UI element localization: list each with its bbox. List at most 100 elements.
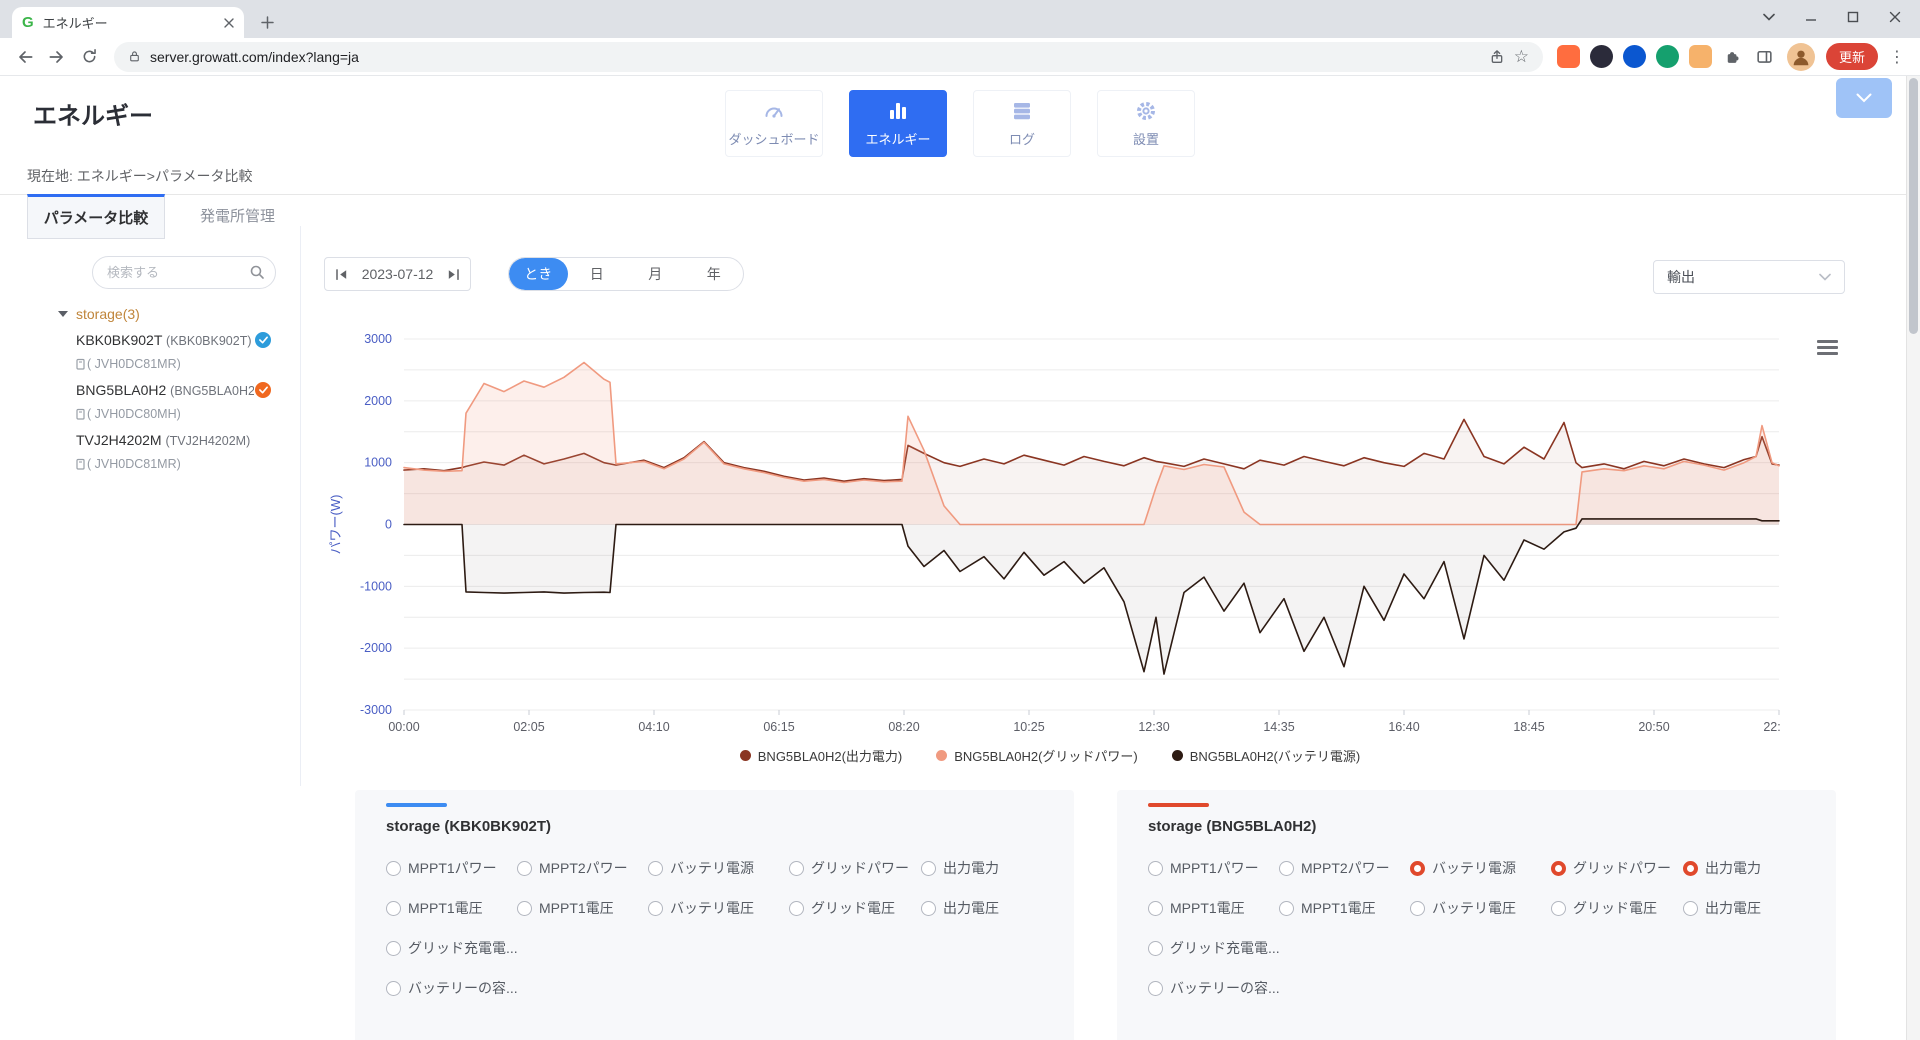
date-value[interactable]: 2023-07-12: [362, 266, 434, 282]
radio-option[interactable]: バッテリ電圧: [648, 898, 789, 918]
period-year[interactable]: 年: [685, 258, 744, 290]
extension-icon-3[interactable]: [1623, 45, 1646, 68]
radio-option[interactable]: グリッド電圧: [789, 898, 921, 918]
export-dropdown[interactable]: 輸出: [1653, 260, 1845, 294]
legend-item[interactable]: BNG5BLA0H2(バッテリ電源): [1172, 746, 1360, 765]
radio-label: バッテリ電圧: [670, 898, 754, 918]
page-scrollbar[interactable]: [1906, 76, 1920, 1040]
radio-circle[interactable]: [1148, 861, 1163, 876]
radio-option[interactable]: 出力電力: [921, 858, 1060, 878]
radio-circle[interactable]: [386, 861, 401, 876]
device-tree-group[interactable]: storage(3): [58, 306, 140, 322]
address-bar[interactable]: server.growatt.com/index?lang=ja ☆: [114, 42, 1543, 72]
radio-circle[interactable]: [1683, 901, 1698, 916]
tree-caret-icon[interactable]: [58, 311, 68, 317]
browser-tab[interactable]: G エネルギー: [12, 7, 244, 38]
radio-circle[interactable]: [789, 861, 804, 876]
radio-option[interactable]: MPPT1電圧: [517, 898, 648, 918]
forward-button[interactable]: [42, 42, 72, 72]
radio-option[interactable]: MPPT2パワー: [517, 858, 648, 878]
radio-circle[interactable]: [1148, 941, 1163, 956]
tab-plant-management[interactable]: 発電所管理: [200, 194, 275, 239]
radio-circle[interactable]: [648, 861, 663, 876]
extension-icon-4[interactable]: [1656, 45, 1679, 68]
radio-option[interactable]: 出力電圧: [921, 898, 1060, 918]
collapse-header-button[interactable]: [1836, 78, 1892, 118]
radio-circle[interactable]: [1551, 901, 1566, 916]
radio-option[interactable]: MPPT1パワー: [1148, 858, 1279, 878]
profile-avatar[interactable]: [1787, 43, 1815, 71]
chart-toolbox-icon[interactable]: [1817, 340, 1838, 355]
radio-option[interactable]: バッテリ電源: [1410, 858, 1551, 878]
radio-circle[interactable]: [386, 981, 401, 996]
share-icon[interactable]: [1489, 49, 1505, 65]
radio-circle[interactable]: [1148, 901, 1163, 916]
tab-parameter-comparison[interactable]: パラメータ比較: [27, 194, 165, 239]
radio-circle[interactable]: [648, 901, 663, 916]
radio-option[interactable]: バッテリ電源: [648, 858, 789, 878]
radio-option[interactable]: グリッド充電電...: [386, 938, 517, 958]
nav-energy[interactable]: エネルギー: [849, 90, 947, 157]
extension-icon-2[interactable]: [1590, 45, 1613, 68]
nav-log[interactable]: ログ: [973, 90, 1071, 157]
radio-option[interactable]: MPPT1電圧: [386, 898, 517, 918]
radio-circle[interactable]: [1410, 861, 1425, 876]
nav-settings[interactable]: 設置: [1097, 90, 1195, 157]
radio-circle[interactable]: [921, 861, 936, 876]
legend-item[interactable]: BNG5BLA0H2(出力電力): [740, 746, 902, 765]
radio-circle[interactable]: [1148, 981, 1163, 996]
radio-option[interactable]: 出力電圧: [1683, 898, 1822, 918]
radio-circle[interactable]: [1683, 861, 1698, 876]
radio-circle[interactable]: [921, 901, 936, 916]
energy-chart-svg[interactable]: -3000-2000-1000010002000300000:0002:0504…: [320, 330, 1780, 742]
radio-option[interactable]: グリッド電圧: [1551, 898, 1683, 918]
legend-item[interactable]: BNG5BLA0H2(グリッドパワー): [936, 746, 1137, 765]
radio-option[interactable]: MPPT1パワー: [386, 858, 517, 878]
window-maximize-button[interactable]: [1832, 0, 1874, 34]
radio-circle[interactable]: [1279, 901, 1294, 916]
reload-button[interactable]: [74, 42, 104, 72]
radio-option[interactable]: バッテリーの容...: [386, 978, 517, 998]
radio-option[interactable]: MPPT2パワー: [1279, 858, 1410, 878]
radio-option[interactable]: バッテリーの容...: [1148, 978, 1279, 998]
date-prev-icon[interactable]: [334, 267, 349, 282]
scrollbar-thumb[interactable]: [1909, 78, 1918, 334]
radio-circle[interactable]: [517, 861, 532, 876]
radio-circle[interactable]: [386, 941, 401, 956]
radio-option[interactable]: MPPT1電圧: [1148, 898, 1279, 918]
radio-option[interactable]: グリッドパワー: [1551, 858, 1683, 878]
window-minimize-button[interactable]: [1790, 0, 1832, 34]
browser-menu-icon[interactable]: ⋮: [1884, 47, 1910, 67]
tab-close-icon[interactable]: [224, 18, 234, 28]
radio-circle[interactable]: [1551, 861, 1566, 876]
radio-option[interactable]: グリッドパワー: [789, 858, 921, 878]
radio-circle[interactable]: [386, 901, 401, 916]
radio-option[interactable]: バッテリ電圧: [1410, 898, 1551, 918]
period-month[interactable]: 月: [626, 258, 685, 290]
bookmark-star-icon[interactable]: ☆: [1514, 48, 1529, 65]
tab-search-icon[interactable]: [1748, 0, 1790, 34]
window-close-button[interactable]: [1874, 0, 1916, 34]
date-next-icon[interactable]: [446, 267, 461, 282]
device-row[interactable]: TVJ2H4202M (TVJ2H4202M): [76, 432, 300, 452]
extension-icon-1[interactable]: [1557, 45, 1580, 68]
radio-option[interactable]: MPPT1電圧: [1279, 898, 1410, 918]
period-day[interactable]: 日: [568, 258, 627, 290]
radio-option[interactable]: グリッド充電電...: [1148, 938, 1279, 958]
device-row[interactable]: KBK0BK902T (KBK0BK902T): [76, 332, 300, 352]
radio-option[interactable]: 出力電力: [1683, 858, 1822, 878]
radio-circle[interactable]: [1279, 861, 1294, 876]
extensions-puzzle-icon[interactable]: [1718, 42, 1748, 72]
search-icon[interactable]: [249, 264, 265, 280]
new-tab-button[interactable]: [254, 9, 280, 35]
period-hour[interactable]: とき: [509, 258, 568, 290]
radio-circle[interactable]: [789, 901, 804, 916]
back-button[interactable]: [10, 42, 40, 72]
chrome-update-button[interactable]: 更新: [1826, 43, 1878, 70]
radio-circle[interactable]: [517, 901, 532, 916]
side-panel-icon[interactable]: [1750, 42, 1780, 72]
device-row[interactable]: BNG5BLA0H2 (BNG5BLA0H2): [76, 382, 300, 402]
extension-icon-5[interactable]: [1689, 45, 1712, 68]
nav-dashboard[interactable]: ダッシュボード: [725, 90, 823, 157]
radio-circle[interactable]: [1410, 901, 1425, 916]
